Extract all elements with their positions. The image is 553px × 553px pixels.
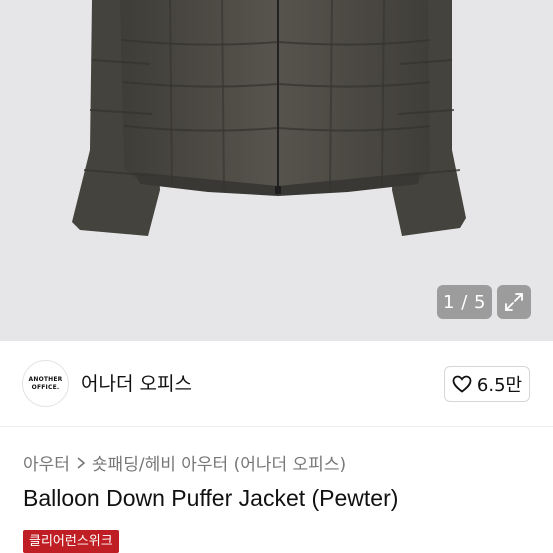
product-title: Balloon Down Puffer Jacket (Pewter)	[23, 485, 399, 511]
expand-icon	[505, 293, 523, 311]
breadcrumb-category[interactable]: 아우터	[23, 450, 70, 475]
store-name[interactable]: 어나더 오피스	[81, 369, 192, 396]
like-count: 6.5만	[476, 375, 523, 396]
chevron-right-icon	[77, 456, 86, 469]
store-logo-line2: OFFICE.	[31, 383, 60, 391]
image-counter: 1 / 5	[437, 285, 492, 319]
like-button[interactable]: 6.5만	[444, 366, 530, 402]
store-logo-line1: ANOTHER	[28, 375, 63, 383]
expand-button[interactable]	[497, 285, 531, 319]
product-image-gallery[interactable]: 1 / 5	[0, 0, 553, 341]
breadcrumb: 아우터 숏패딩/헤비 아우터 (어나더 오피스)	[23, 450, 346, 475]
heart-outline-icon	[452, 375, 472, 393]
breadcrumb-subcategory[interactable]: 숏패딩/헤비 아우터 (어나더 오피스)	[92, 450, 346, 475]
promo-badge: 클리어런스위크	[23, 530, 119, 553]
store-logo[interactable]: ANOTHER OFFICE.	[22, 360, 69, 407]
store-info-row: ANOTHER OFFICE. 어나더 오피스 6.5만	[0, 341, 553, 427]
